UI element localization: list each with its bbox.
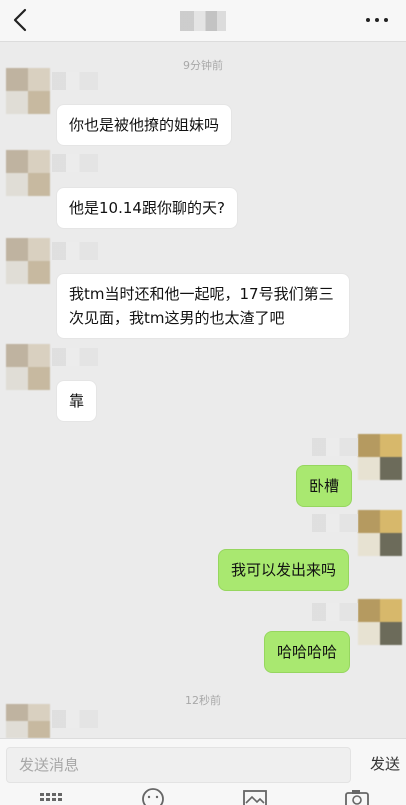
- message-bubble-received[interactable]: 你也是被他撩的姐妹吗: [56, 104, 233, 146]
- timestamp: 9分钟前: [183, 59, 223, 72]
- avatar[interactable]: [6, 704, 50, 738]
- message-input[interactable]: [6, 747, 351, 783]
- message-list[interactable]: 9分钟前 你也是被他撩的姐妹吗 他是10.14跟你聊的天? 我tm当时还和他一起…: [0, 42, 406, 738]
- avatar[interactable]: [6, 150, 50, 196]
- camera-icon[interactable]: [344, 787, 370, 805]
- timestamp: 12秒前: [185, 694, 221, 707]
- avatar[interactable]: [358, 599, 402, 645]
- contact-name-blurred: [180, 11, 226, 31]
- composer-bar: 发送: [0, 738, 406, 805]
- sender-name-blurred: [52, 72, 98, 90]
- avatar[interactable]: [358, 434, 402, 480]
- sender-name-blurred: [52, 710, 98, 728]
- image-icon[interactable]: [242, 787, 268, 805]
- avatar[interactable]: [6, 344, 50, 390]
- more-dots-icon[interactable]: [366, 13, 390, 27]
- sender-name-blurred: [312, 514, 358, 532]
- sender-name-blurred: [52, 242, 98, 260]
- back-chevron-icon[interactable]: [10, 7, 30, 33]
- emoji-icon[interactable]: [140, 787, 166, 805]
- message-bubble-received[interactable]: 他是10.14跟你聊的天?: [56, 187, 238, 229]
- message-bubble-sent[interactable]: 我可以发出来吗: [218, 549, 350, 591]
- avatar[interactable]: [6, 68, 50, 114]
- send-button[interactable]: 发送: [370, 753, 400, 774]
- avatar[interactable]: [6, 238, 50, 284]
- chat-header: [0, 0, 406, 42]
- sender-name-blurred: [312, 603, 358, 621]
- sender-name-blurred: [312, 438, 358, 456]
- avatar[interactable]: [358, 510, 402, 556]
- sender-name-blurred: [52, 348, 98, 366]
- message-bubble-sent[interactable]: 哈哈哈哈: [264, 631, 351, 673]
- keyboard-icon[interactable]: [38, 787, 64, 805]
- message-bubble-received[interactable]: 我tm当时还和他一起呢，17号我们第三次见面，我tm这男的也太渣了吧: [56, 273, 350, 339]
- sender-name-blurred: [52, 154, 98, 172]
- message-bubble-sent[interactable]: 卧槽: [296, 465, 353, 507]
- message-bubble-received[interactable]: 靠: [56, 380, 98, 422]
